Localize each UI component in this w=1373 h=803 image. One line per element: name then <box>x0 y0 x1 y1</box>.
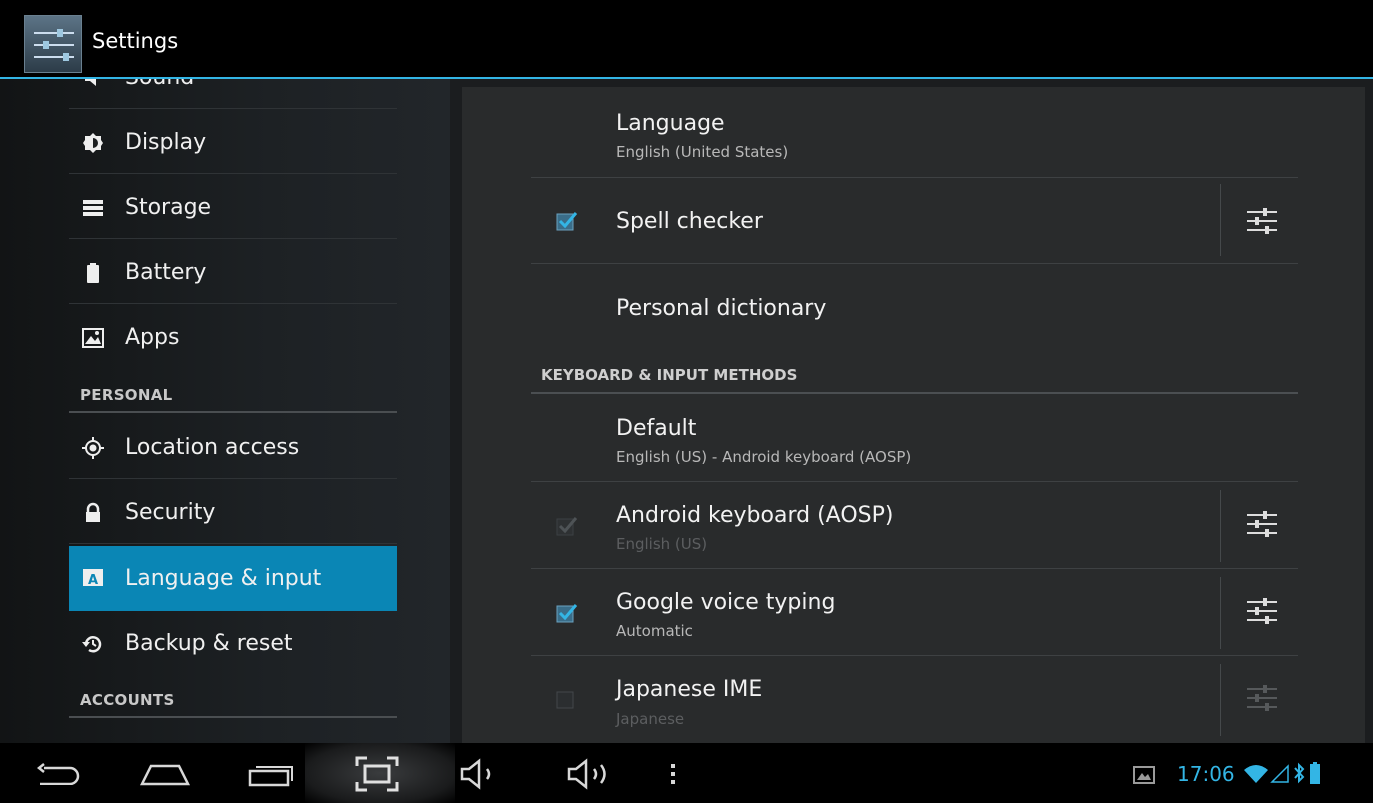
input-method-japanese-ime[interactable]: Japanese IME Japanese <box>531 656 1298 743</box>
backup-icon <box>82 636 102 653</box>
sidebar-item-label: Display <box>125 130 207 155</box>
settings-sliders-icon[interactable] <box>24 15 82 73</box>
sidebar-item-label: Sound <box>125 79 194 90</box>
battery-status-icon <box>1310 762 1320 784</box>
sidebar-item-backup-reset[interactable]: Backup & reset <box>69 611 397 675</box>
vertical-separator <box>1220 664 1221 736</box>
input-method-android-keyboard[interactable]: Android keyboard (AOSP) English (US) <box>531 482 1298 569</box>
sidebar-item-security[interactable]: Security <box>69 480 397 544</box>
setting-title: Default <box>616 416 697 441</box>
default-keyboard-setting[interactable]: Default English (US) - Android keyboard … <box>531 394 1298 482</box>
setting-summary: English (US) <box>616 535 708 553</box>
volume-down-icon <box>460 758 491 790</box>
bluetooth-icon <box>1294 762 1305 784</box>
setting-summary: English (United States) <box>616 143 789 161</box>
recent-apps-icon <box>248 766 293 787</box>
settings-tune-icon[interactable] <box>1244 203 1280 239</box>
screenshot-icon <box>355 756 399 792</box>
back-icon <box>36 763 80 785</box>
sidebar-item-location-access[interactable]: Location access <box>69 415 397 479</box>
vertical-separator <box>1220 490 1221 562</box>
checkbox-checked-icon[interactable] <box>556 210 578 232</box>
section-header-label: ACCOUNTS <box>80 691 175 709</box>
vertical-separator <box>1220 184 1221 256</box>
section-header-label: KEYBOARD & INPUT METHODS <box>541 366 798 384</box>
back-button[interactable] <box>20 743 100 803</box>
detail-pane[interactable]: Language English (United States) Spell c… <box>462 87 1365 743</box>
apps-icon <box>82 328 104 348</box>
setting-summary: Japanese <box>616 710 685 728</box>
sidebar-item-language-input[interactable]: A Language & input <box>69 546 397 611</box>
recent-apps-button[interactable] <box>230 743 310 803</box>
volume-down-button[interactable] <box>455 743 515 803</box>
setting-title: Android keyboard (AOSP) <box>616 503 894 528</box>
display-icon <box>83 133 103 153</box>
setting-title: Personal dictionary <box>616 296 827 321</box>
battery-icon <box>87 263 99 283</box>
sidebar-item-label: Security <box>125 500 216 525</box>
sidebar-item-battery[interactable]: Battery <box>69 240 397 304</box>
location-icon <box>82 437 104 459</box>
sidebar-item-sound[interactable]: Sound <box>69 79 397 109</box>
home-button[interactable] <box>125 743 205 803</box>
status-area[interactable]: 17:06 <box>1125 743 1345 803</box>
sidebar-item-label: Storage <box>125 195 212 220</box>
sidebar-item-storage[interactable]: Storage <box>69 175 397 239</box>
checkbox-checked-icon[interactable] <box>556 602 578 624</box>
section-header-accounts: ACCOUNTS <box>69 682 397 718</box>
input-method-google-voice-typing[interactable]: Google voice typing Automatic <box>531 569 1298 656</box>
action-bar: Settings <box>0 0 1373 79</box>
clock: 17:06 <box>1177 762 1235 786</box>
screenshot-button[interactable] <box>305 743 455 803</box>
language-setting[interactable]: Language English (United States) <box>531 87 1298 178</box>
menu-button[interactable] <box>655 743 691 803</box>
setting-summary: Automatic <box>616 622 693 640</box>
setting-summary: English (US) - Android keyboard (AOSP) <box>616 448 912 466</box>
volume-up-icon <box>567 758 606 790</box>
sidebar-item-label: Apps <box>125 325 180 350</box>
section-header-personal: PERSONAL <box>69 377 397 413</box>
sidebar-item-apps[interactable]: Apps <box>69 305 397 369</box>
personal-dictionary-setting[interactable]: Personal dictionary <box>531 264 1298 346</box>
main-area: Sound Display Storage Battery <box>0 79 1373 743</box>
settings-tune-icon[interactable] <box>1244 593 1280 629</box>
language-icon: A <box>83 569 103 589</box>
checkbox-unchecked-icon[interactable] <box>556 688 578 710</box>
volume-up-button[interactable] <box>560 743 630 803</box>
setting-title: Japanese IME <box>616 677 763 702</box>
setting-title: Language <box>616 111 725 136</box>
settings-tune-icon[interactable] <box>1244 506 1280 542</box>
wifi-icon <box>1244 765 1268 783</box>
sidebar-item-label: Backup & reset <box>125 631 293 656</box>
settings-tune-icon[interactable] <box>1244 680 1280 716</box>
checkbox-checked-disabled-icon[interactable] <box>556 515 578 537</box>
sidebar-item-label: Location access <box>125 435 300 460</box>
storage-icon <box>83 200 103 216</box>
signal-icon <box>1270 764 1289 783</box>
home-icon <box>139 764 191 786</box>
gallery-icon <box>1133 766 1155 784</box>
setting-title: Spell checker <box>616 209 763 234</box>
lock-icon <box>86 502 100 522</box>
sidebar-item-label: Language & input <box>125 566 322 591</box>
svg-text:A: A <box>88 573 98 588</box>
menu-icon <box>671 764 675 784</box>
vertical-separator <box>1220 577 1221 649</box>
sidebar[interactable]: Sound Display Storage Battery <box>0 79 450 743</box>
navigation-bar: 17:06 <box>0 743 1373 803</box>
section-header-keyboard: KEYBOARD & INPUT METHODS <box>531 352 1298 394</box>
section-header-label: PERSONAL <box>80 386 173 404</box>
sidebar-item-display[interactable]: Display <box>69 110 397 174</box>
sound-icon <box>85 79 96 86</box>
sidebar-item-label: Battery <box>125 260 207 285</box>
spell-checker-setting[interactable]: Spell checker <box>531 178 1298 264</box>
setting-title: Google voice typing <box>616 590 836 615</box>
page-title: Settings <box>92 29 179 53</box>
